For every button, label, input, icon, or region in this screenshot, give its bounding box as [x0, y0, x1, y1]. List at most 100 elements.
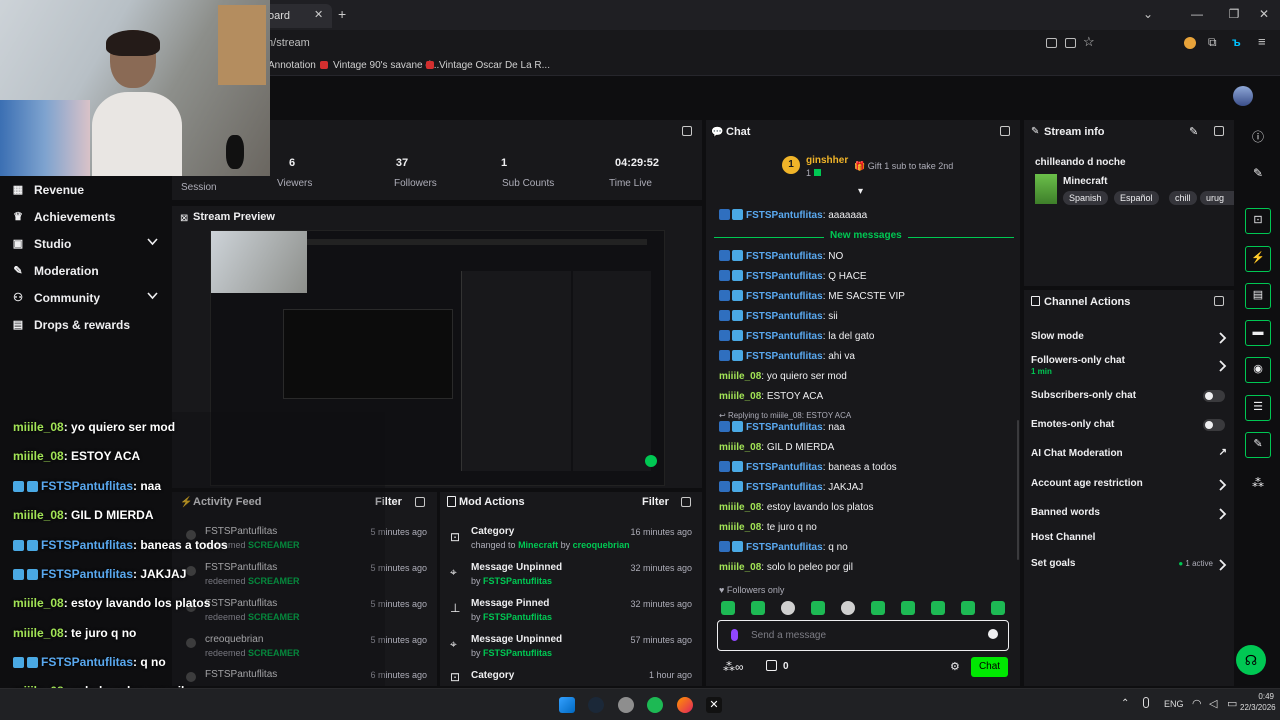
- chat-message[interactable]: FSTSPantuflitas: baneas a todos: [719, 461, 897, 475]
- microphone-icon[interactable]: [731, 629, 738, 641]
- chat-message[interactable]: miiile_08: ESTOY ACA: [719, 390, 823, 404]
- emote-icon[interactable]: [781, 601, 795, 615]
- popout-icon[interactable]: [681, 497, 691, 507]
- kick-points-icon[interactable]: ⁂: [1251, 476, 1265, 490]
- popout-icon[interactable]: [415, 497, 425, 507]
- bookmark-star-icon[interactable]: ☆: [1083, 34, 1095, 50]
- chat-message[interactable]: FSTSPantuflitas: JAKJAJ: [719, 481, 863, 495]
- new-tab-icon[interactable]: +: [338, 6, 346, 22]
- mod-action-item[interactable]: ⊡ Category changed to Minecraft by creoq…: [440, 524, 702, 558]
- document-icon[interactable]: ▤: [1245, 283, 1271, 309]
- tag-pill[interactable]: Español: [1114, 191, 1159, 205]
- popout-icon[interactable]: [682, 126, 692, 136]
- url-text[interactable]: m/stream: [264, 37, 310, 49]
- banned-words-row[interactable]: Banned words: [1031, 507, 1227, 521]
- chat-settings-icon[interactable]: ⚙: [950, 660, 960, 673]
- category-name[interactable]: Minecraft: [1063, 176, 1107, 187]
- chat-message[interactable]: FSTSPantuflitas: q no: [719, 541, 848, 555]
- steam-icon[interactable]: [588, 697, 604, 713]
- chat-message[interactable]: miiile_08: estoy lavando los platos: [719, 501, 874, 515]
- host-channel-row[interactable]: Host Channel: [1031, 532, 1227, 546]
- sidebar-item-achievements[interactable]: ♛ Achievements: [0, 203, 172, 230]
- addon-icon[interactable]: ъ: [1232, 35, 1241, 49]
- emote-icon[interactable]: [991, 601, 1005, 615]
- close-tab-icon[interactable]: ✕: [314, 8, 323, 21]
- close-window-icon[interactable]: ✕: [1255, 7, 1273, 23]
- popout-icon[interactable]: [1214, 126, 1224, 136]
- tag-pill[interactable]: Spanish: [1063, 191, 1108, 205]
- chat-input[interactable]: Send a message: [717, 620, 1009, 651]
- popout-icon[interactable]: [1000, 126, 1010, 136]
- menu-icon[interactable]: ≡: [1258, 34, 1266, 49]
- bookmark-item[interactable]: Vintage Oscar De La R...: [426, 60, 550, 71]
- microphone-tray-icon[interactable]: [1143, 697, 1149, 708]
- emote-icon[interactable]: [931, 601, 945, 615]
- capcut-icon[interactable]: ✕: [706, 697, 722, 713]
- subscribers-only-toggle[interactable]: [1203, 390, 1225, 402]
- pinned-toggle-icon[interactable]: ▾: [858, 186, 863, 197]
- emote-icon[interactable]: [871, 601, 885, 615]
- chat-message[interactable]: miiile_08: solo lo peleo por gil: [719, 561, 853, 575]
- set-goals-row[interactable]: Set goals ● 1 active: [1031, 558, 1227, 572]
- layout-icon[interactable]: ☰: [1245, 395, 1271, 421]
- info-icon[interactable]: ⓘ: [1251, 128, 1265, 144]
- avatar[interactable]: [1233, 86, 1253, 106]
- emotes-only-toggle[interactable]: [1203, 419, 1225, 431]
- popout-icon[interactable]: [1214, 296, 1224, 306]
- chat-message[interactable]: FSTSPantuflitas: naa: [719, 421, 845, 435]
- extension-icon[interactable]: [1184, 37, 1196, 49]
- chat-message[interactable]: miiile_08: GIL D MIERDA: [719, 441, 834, 455]
- emotes-only-row[interactable]: Emotes-only chat: [1031, 419, 1227, 433]
- mod-filter-button[interactable]: Filter: [642, 496, 669, 508]
- store-icon[interactable]: [766, 660, 777, 671]
- chat-message[interactable]: FSTSPantuflitas: NO: [719, 250, 843, 264]
- screenshot-icon[interactable]: [1046, 38, 1057, 48]
- edit-icon[interactable]: ✎: [1251, 166, 1265, 180]
- tray-chevron-icon[interactable]: ⌃: [1121, 698, 1129, 709]
- tag-pill[interactable]: chill: [1169, 191, 1197, 205]
- broadcast-icon[interactable]: ◉: [1245, 357, 1271, 383]
- followers-only-row[interactable]: Followers-only chat 1 min: [1031, 355, 1227, 379]
- chat-message[interactable]: miiile_08: yo quiero ser mod: [719, 370, 847, 384]
- windows-start-icon[interactable]: [559, 697, 575, 713]
- wifi-icon[interactable]: ◠: [1192, 697, 1202, 710]
- battery-icon[interactable]: ▭: [1227, 697, 1237, 710]
- account-age-row[interactable]: Account age restriction: [1031, 478, 1227, 492]
- chat-message[interactable]: FSTSPantuflitas: Q HACE: [719, 270, 867, 284]
- language-indicator[interactable]: ENG: [1164, 699, 1184, 709]
- emote-icon[interactable]: [721, 601, 735, 615]
- chat-message[interactable]: FSTSPantuflitas: ahi va: [719, 350, 855, 364]
- mod-action-item[interactable]: ⌖ Message Unpinned by FSTSPantuflitas 57…: [440, 632, 702, 666]
- chat-message[interactable]: FSTSPantuflitas: la del gato: [719, 330, 874, 344]
- firefox-icon[interactable]: [677, 697, 693, 713]
- chat-send-button[interactable]: Chat: [971, 657, 1008, 677]
- sidebar-item-revenue[interactable]: ▦ Revenue: [0, 176, 172, 203]
- emote-icon[interactable]: [901, 601, 915, 615]
- support-icon[interactable]: ☊: [1236, 645, 1266, 675]
- ai-moderation-row[interactable]: AI Chat Moderation ↗: [1031, 447, 1227, 462]
- category-thumbnail[interactable]: [1035, 174, 1057, 204]
- emote-icon[interactable]: [811, 601, 825, 615]
- tab-list-icon[interactable]: ⌄: [1139, 7, 1157, 23]
- maximize-icon[interactable]: ❐: [1225, 7, 1243, 23]
- chat-message[interactable]: FSTSPantuflitas: aaaaaaa: [719, 209, 867, 223]
- slow-mode-row[interactable]: Slow mode: [1031, 331, 1227, 345]
- reader-icon[interactable]: [1065, 38, 1076, 48]
- minimize-icon[interactable]: —: [1188, 7, 1206, 23]
- gifter-name[interactable]: ginshher: [806, 155, 848, 166]
- edit-icon[interactable]: ✎: [1189, 125, 1198, 138]
- extensions-icon[interactable]: ⧉: [1208, 35, 1217, 50]
- emote-icon[interactable]: [841, 601, 855, 615]
- chat-icon[interactable]: ▬: [1245, 320, 1271, 346]
- chat-scrollbar[interactable]: [1017, 420, 1019, 560]
- mod-action-item[interactable]: ⊡ Category 1 hour ago: [440, 668, 702, 686]
- gift-sub-prompt[interactable]: 🎁 Gift 1 sub to take 2nd: [854, 161, 953, 172]
- lightning-icon[interactable]: ⚡: [1245, 246, 1271, 272]
- kick-points-icon[interactable]: ⁂∞: [723, 660, 744, 674]
- sidebar-item-studio[interactable]: ▣ Studio: [0, 230, 172, 257]
- chat-message[interactable]: FSTSPantuflitas: sii: [719, 310, 838, 324]
- spotify-icon[interactable]: [647, 697, 663, 713]
- emoji-icon[interactable]: [988, 629, 998, 639]
- volume-icon[interactable]: ◁: [1209, 697, 1217, 710]
- app-icon[interactable]: [618, 697, 634, 713]
